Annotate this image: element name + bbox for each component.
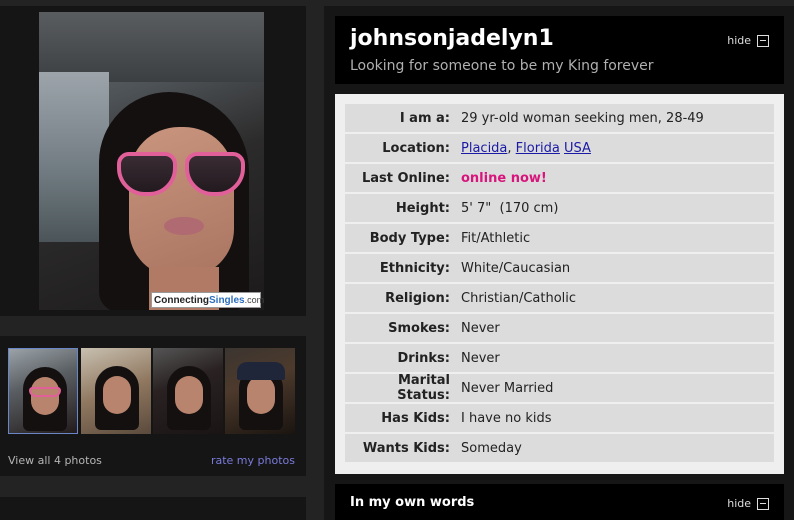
thumbnail-3[interactable] <box>153 348 223 434</box>
detail-label: I am a: <box>399 110 450 126</box>
detail-value: Never <box>461 350 500 366</box>
detail-value: White/Caucasian <box>461 260 571 276</box>
location-country-link[interactable]: USA <box>564 141 591 156</box>
detail-row-height: Height: 5' 7" (170 cm) <box>345 194 774 222</box>
profile-tagline: Looking for someone to be my King foreve… <box>350 58 654 74</box>
thumbnail-2[interactable] <box>81 348 151 434</box>
profile-details-column: johnsonjadelyn1 Looking for someone to b… <box>324 6 794 520</box>
detail-row-ethnicity: Ethnicity: White/Caucasian <box>345 254 774 282</box>
main-photo-panel: ConnectingSingles.com <box>0 6 306 316</box>
rate-photos-link[interactable]: rate my photos <box>211 454 295 467</box>
detail-row-body-type: Body Type: Fit/Athletic <box>345 224 774 252</box>
detail-label: Wants Kids: <box>362 440 450 456</box>
detail-row-smokes: Smokes: Never <box>345 314 774 342</box>
thumb-face <box>103 376 131 414</box>
photo-lens-left <box>117 152 177 196</box>
location-state-link[interactable]: Florida <box>516 141 560 156</box>
profile-details-table: I am a: 29 yr-old woman seeking men, 28-… <box>335 94 784 474</box>
detail-label: Location: <box>382 140 450 156</box>
photo-sunglasses <box>117 152 247 200</box>
collapse-icon <box>757 497 769 510</box>
detail-value: Fit/Athletic <box>461 230 531 246</box>
detail-value: 29 yr-old woman seeking men, 28-49 <box>461 110 704 126</box>
detail-label: Height: <box>395 200 450 216</box>
username: johnsonjadelyn1 <box>350 26 554 51</box>
thumb-face <box>247 376 275 414</box>
location-city-link[interactable]: Placida <box>461 141 507 156</box>
online-status: online now! <box>461 170 547 186</box>
detail-label: Drinks: <box>397 350 451 366</box>
location-separator: , <box>507 140 516 156</box>
thumb-sunglasses <box>29 387 61 397</box>
main-profile-photo[interactable]: ConnectingSingles.com <box>39 12 264 310</box>
hide-label: hide <box>727 34 751 47</box>
detail-value: Someday <box>461 440 522 456</box>
watermark-part-b: Singles <box>209 295 245 306</box>
detail-row-marital-status: Marital Status: Never Married <box>345 373 774 403</box>
hide-label: hide <box>727 497 751 510</box>
site-watermark: ConnectingSingles.com <box>151 292 264 308</box>
collapse-icon <box>757 34 769 47</box>
detail-label: Body Type: <box>369 230 450 246</box>
own-words-title: In my own words <box>350 495 475 510</box>
view-all-photos-link[interactable]: View all 4 photos <box>8 454 102 467</box>
detail-row-has-kids: Has Kids: I have no kids <box>345 404 774 432</box>
photo-lens-right <box>185 152 245 196</box>
left-bottom-panel <box>0 497 306 520</box>
detail-label: Has Kids: <box>381 410 450 426</box>
thumbnail-1[interactable] <box>8 348 78 434</box>
hide-own-words-button[interactable]: hide <box>727 497 769 510</box>
profile-header: johnsonjadelyn1 Looking for someone to b… <box>335 16 784 84</box>
detail-row-wants-kids: Wants Kids: Someday <box>345 434 774 462</box>
detail-row-drinks: Drinks: Never <box>345 344 774 372</box>
detail-value: 5' 7" (170 cm) <box>461 200 559 216</box>
thumb-face <box>175 376 203 414</box>
detail-row-location: Location: Placida, Florida USA <box>345 134 774 162</box>
detail-label: Ethnicity: <box>379 260 450 276</box>
detail-value: Christian/Catholic <box>461 290 577 306</box>
own-words-section: In my own words hide <box>335 484 784 520</box>
detail-value: Never Married <box>461 380 554 396</box>
detail-label: Smokes: <box>388 320 450 336</box>
detail-value: I have no kids <box>461 410 552 426</box>
detail-row-last-online: Last Online: online now! <box>345 164 774 192</box>
thumb-cap <box>237 362 285 380</box>
detail-label: Marital Status: <box>397 373 450 403</box>
detail-row-i-am: I am a: 29 yr-old woman seeking men, 28-… <box>345 104 774 132</box>
photo-lips <box>164 217 204 235</box>
detail-label: Religion: <box>385 290 450 306</box>
detail-label: Last Online: <box>361 170 450 186</box>
hide-header-button[interactable]: hide <box>727 34 769 47</box>
detail-value: Never <box>461 320 500 336</box>
detail-value: Placida, Florida USA <box>450 141 591 156</box>
thumbnails-panel: View all 4 photos rate my photos <box>0 336 306 476</box>
thumbnail-4[interactable] <box>225 348 295 434</box>
photo-face <box>129 127 234 277</box>
detail-row-religion: Religion: Christian/Catholic <box>345 284 774 312</box>
watermark-part-a: Connecting <box>154 295 209 306</box>
watermark-part-c: .com <box>244 295 264 305</box>
